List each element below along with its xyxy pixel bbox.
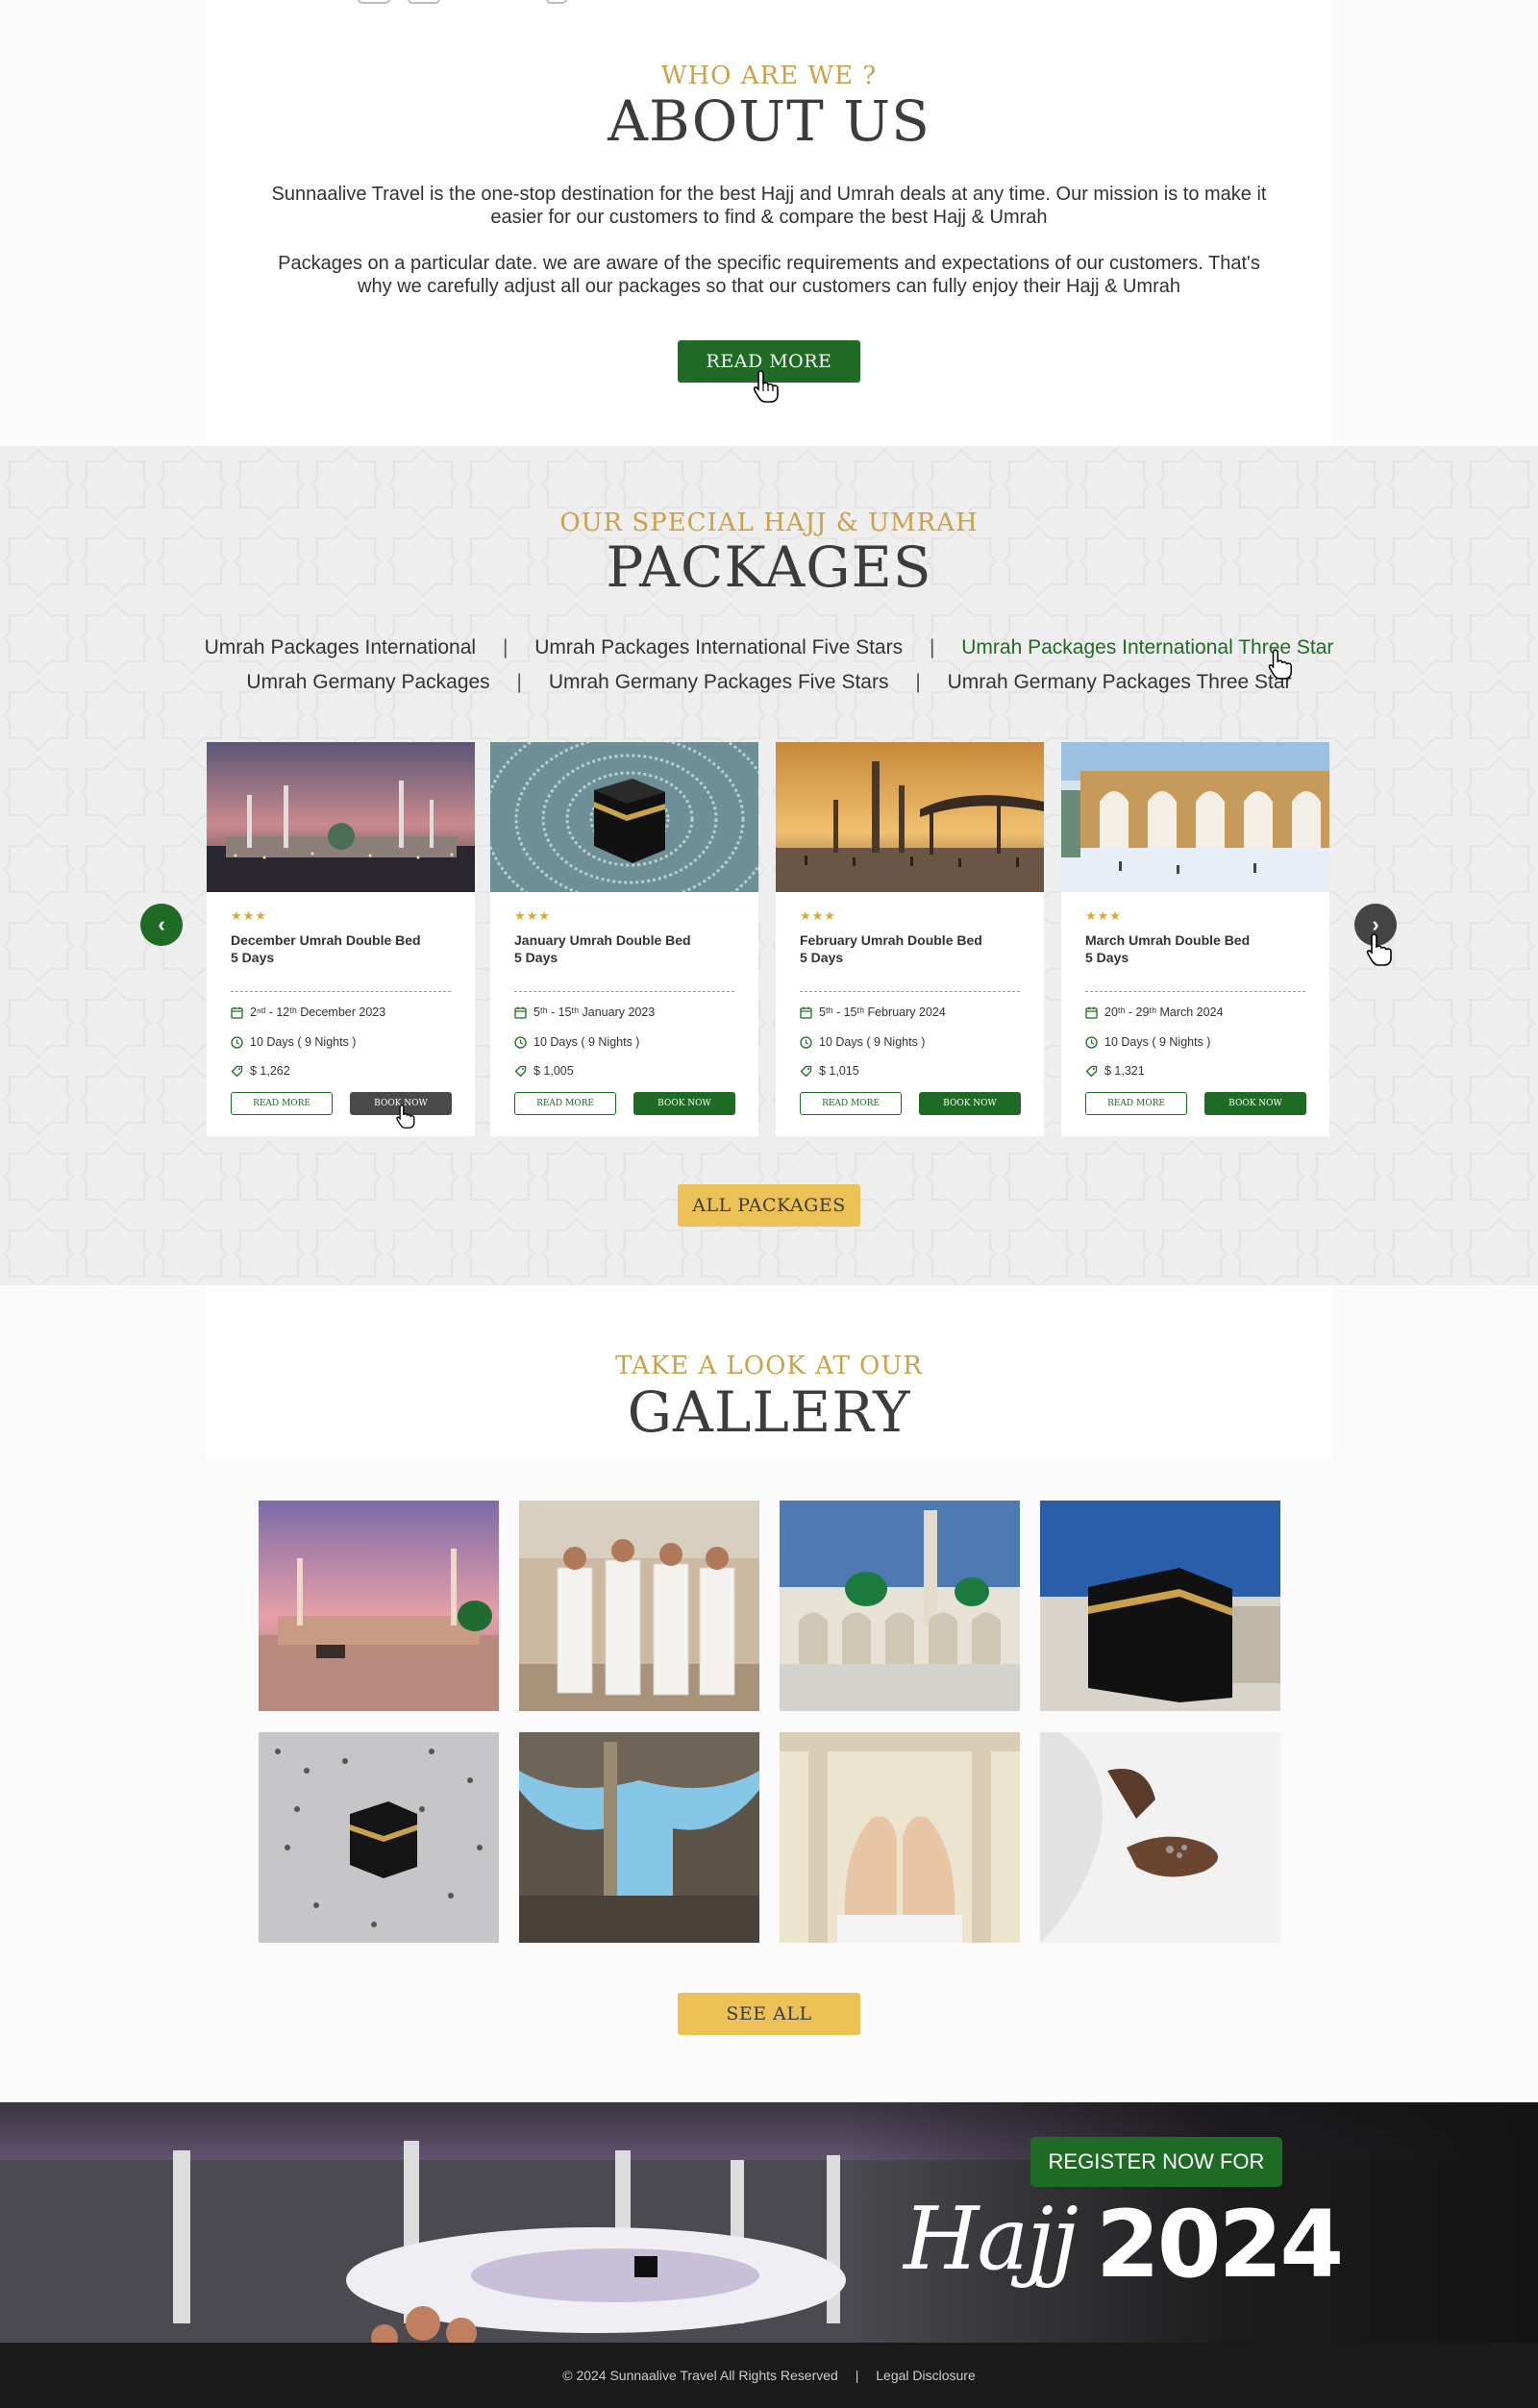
divider [1085,991,1305,992]
package-title: February Umrah Double Bed 5 Days [800,932,982,965]
price-tag-icon [800,1065,812,1077]
package-card: ★★★ March Umrah Double Bed 5 Days 20ᵗʰ - … [1061,742,1329,1136]
calendar-icon [1085,1006,1098,1019]
clock-icon [231,1035,243,1049]
package-duration: 10 Days ( 9 Nights ) [1085,1035,1210,1049]
calendar-icon [800,1006,812,1019]
calendar-icon [514,1006,527,1019]
read-more-button[interactable]: READ MORE [231,1092,333,1115]
tab-umrah-packages-international[interactable]: Umrah Packages International [205,636,477,659]
package-price: $ 1,262 [231,1064,290,1078]
year-text: 2024 [1096,2191,1344,2298]
about-eyebrow: WHO ARE WE ? [660,62,878,90]
divider [800,991,1020,992]
partial-social-icons [358,0,579,4]
read-more-button[interactable]: READ MORE [800,1092,902,1115]
star-rating: ★★★ [1085,908,1122,923]
package-title: December Umrah Double Bed 5 Days [231,932,421,965]
gallery-image-green-dome-mosque[interactable] [780,1501,1020,1711]
calendar-icon [231,1006,243,1019]
package-dates: 20ᵗʰ - 29ᵗʰ March 2024 [1085,1005,1223,1019]
package-title: January Umrah Double Bed 5 Days [514,932,691,965]
clock-icon [800,1035,812,1049]
register-now-button[interactable]: REGISTER NOW FOR [1030,2137,1282,2187]
read-more-button[interactable]: READ MORE [1085,1092,1187,1115]
price-tag-icon [231,1065,243,1077]
price-tag-icon [1085,1065,1098,1077]
packages-title: PACKAGES [606,534,932,600]
divider [514,991,734,992]
package-tabs-row-2: Umrah Germany Packages | Umrah Germany P… [246,671,1292,694]
gallery-image-umbrellas-minaret[interactable] [519,1732,759,1943]
tab-umrah-germany-packages[interactable]: Umrah Germany Packages [246,671,489,694]
package-duration: 10 Days ( 9 Nights ) [800,1035,925,1049]
read-more-button[interactable]: READ MORE [514,1092,616,1115]
hand-cursor-icon [396,1105,415,1129]
see-all-button[interactable]: SEE ALL [678,1993,860,2035]
book-now-button[interactable]: BOOK NOW [1204,1092,1306,1115]
package-dates: 2ⁿᵈ - 12ᵗʰ December 2023 [231,1005,385,1019]
star-rating: ★★★ [231,908,267,923]
packages-section: OUR SPECIAL HAJJ & UMRAH PACKAGES Umrah … [0,446,1538,1285]
tab-umrah-germany-packages-five-stars[interactable]: Umrah Germany Packages Five Stars [549,671,889,694]
gallery-image-pilgrims-group[interactable] [519,1501,759,1711]
gallery-image-kaaba[interactable] [1040,1501,1280,1711]
package-image-arcade-courtyard [1061,742,1329,892]
star-rating: ★★★ [800,908,836,923]
package-image-mosque-dusk [207,742,475,892]
about-paragraph-2: Packages on a particular date. we are aw… [278,253,1260,297]
gallery-image-praying-hands[interactable] [780,1732,1020,1943]
all-packages-button[interactable]: ALL PACKAGES [678,1184,860,1227]
hand-cursor-icon [1366,933,1392,966]
gallery-image-mosque-sunset[interactable] [259,1501,499,1711]
copyright-text: © 2024 Sunnaalive Travel All Rights Rese… [562,2368,838,2383]
package-duration: 10 Days ( 9 Nights ) [514,1035,639,1049]
package-image-sunset-courtyard [776,742,1044,892]
clock-icon [1085,1035,1098,1049]
package-card: ★★★ February Umrah Double Bed 5 Days 5ᵗʰ … [776,742,1044,1136]
gallery-section: TAKE A LOOK AT OUR GALLERY SEE ALL [0,1285,1538,2102]
about-paragraph-1: Sunnaalive Travel is the one-stop destin… [271,184,1267,228]
hand-cursor-icon [753,370,779,403]
legal-disclosure-link[interactable]: Legal Disclosure [876,2368,976,2383]
divider [231,991,451,992]
hand-cursor-icon [1268,649,1292,680]
package-dates: 5ᵗʰ - 15ᵗʰ February 2024 [800,1005,946,1019]
gallery-eyebrow: TAKE A LOOK AT OUR [615,1352,923,1380]
package-price: $ 1,015 [800,1064,859,1078]
carousel-prev-button[interactable]: ‹ [140,904,183,946]
star-rating: ★★★ [514,908,551,923]
about-title: ABOUT US [608,88,930,154]
gallery-image-kaaba-crowd[interactable] [259,1732,499,1943]
package-price: $ 1,321 [1085,1064,1145,1078]
book-now-button[interactable]: BOOK NOW [633,1092,735,1115]
book-now-button[interactable]: BOOK NOW [919,1092,1021,1115]
package-tabs-row-1: Umrah Packages International | Umrah Pac… [204,636,1334,659]
package-card: ★★★ December Umrah Double Bed 5 Days 2ⁿᵈ … [207,742,475,1136]
about-section: WHO ARE WE ? ABOUT US Sunnaalive Travel … [0,0,1538,446]
packages-eyebrow: OUR SPECIAL HAJJ & UMRAH [559,509,979,537]
price-tag-icon [514,1065,527,1077]
tab-umrah-germany-packages-three-star[interactable]: Umrah Germany Packages Three Star [948,671,1292,694]
hajj-register-banner[interactable]: REGISTER NOW FOR Hajj 2024 [0,2102,1538,2343]
footer: © 2024 Sunnaalive Travel All Rights Rese… [0,2343,1538,2408]
package-price: $ 1,005 [514,1064,574,1078]
package-title: March Umrah Double Bed 5 Days [1085,932,1251,965]
gallery-image-pebbles-hand[interactable] [1040,1732,1280,1943]
package-image-kaaba-crowd [490,742,758,892]
clock-icon [514,1035,527,1049]
tab-umrah-packages-international-five-stars[interactable]: Umrah Packages International Five Stars [534,636,903,659]
package-duration: 10 Days ( 9 Nights ) [231,1035,356,1049]
package-card: ★★★ January Umrah Double Bed 5 Days 5ᵗʰ -… [490,742,758,1136]
package-dates: 5ᵗʰ - 15ᵗʰ January 2023 [514,1005,655,1019]
hajj-script-text: Hajj [904,2189,1079,2290]
gallery-title: GALLERY [627,1379,911,1445]
